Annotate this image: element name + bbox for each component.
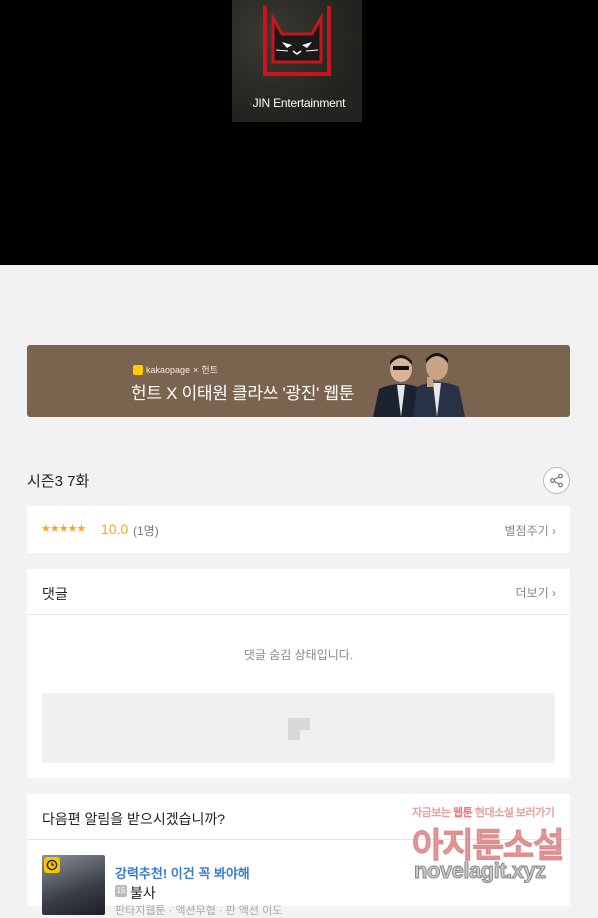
share-icon: [550, 473, 563, 488]
clock-icon: [44, 857, 60, 873]
webtoon-viewer: ·JIN Entertainment: [0, 0, 598, 265]
studio-name: ·JIN Entertainment: [248, 96, 346, 110]
cat-logo-icon: [263, 6, 331, 76]
recommend-title[interactable]: 불사: [130, 883, 156, 903]
rating-score: 10.0: [101, 521, 129, 537]
kakaopage-icon: [133, 364, 143, 375]
ad-placeholder-icon: [288, 718, 310, 740]
notify-heading: 다음편 알림을 받으시겠습니까?: [42, 811, 226, 827]
ad-placeholder[interactable]: [42, 693, 555, 763]
episode-title: 시즌3 7화: [27, 473, 90, 490]
next-episode-card: 다음편 알림을 받으시겠습니까? 강력추천! 이건 꼭 봐야해 15 불사 판타…: [27, 794, 570, 917]
divider: [27, 839, 570, 840]
banner-brand: kakaopage × 헌트: [133, 363, 218, 376]
share-button[interactable]: [543, 467, 570, 494]
rating-card: ★★★★★ 10.0 (1명) 별점주기 ›: [27, 506, 570, 553]
rating-stars: ★★★★★: [41, 523, 86, 535]
comments-hidden-message: 댓글 숨김 상태입니다.: [243, 648, 354, 662]
studio-logo: ·JIN Entertainment: [232, 0, 362, 122]
recommend-subtitle: 판타지웹툰 · 액션무협 · 판 액션 이도: [115, 905, 283, 917]
comments-more-link[interactable]: 더보기 ›: [516, 584, 556, 601]
rating-count: (1명): [133, 524, 159, 538]
divider: [27, 614, 570, 615]
comments-card: 댓글 더보기 › 댓글 숨김 상태입니다.: [27, 569, 570, 778]
rate-button[interactable]: 별점주기 ›: [505, 522, 557, 539]
recommend-thumbnail[interactable]: [42, 855, 105, 915]
recommend-label[interactable]: 강력추천! 이건 꼭 봐야해: [115, 863, 250, 882]
banner-title: 헌트 X 이태원 클라쓰 '광진' 웹툰: [131, 384, 355, 403]
banner-characters-image: [365, 347, 467, 417]
age-rating-badge: 15: [115, 885, 127, 897]
promo-banner[interactable]: kakaopage × 헌트 헌트 X 이태원 클라쓰 '광진' 웹툰: [27, 345, 570, 417]
comments-heading: 댓글: [42, 586, 68, 602]
